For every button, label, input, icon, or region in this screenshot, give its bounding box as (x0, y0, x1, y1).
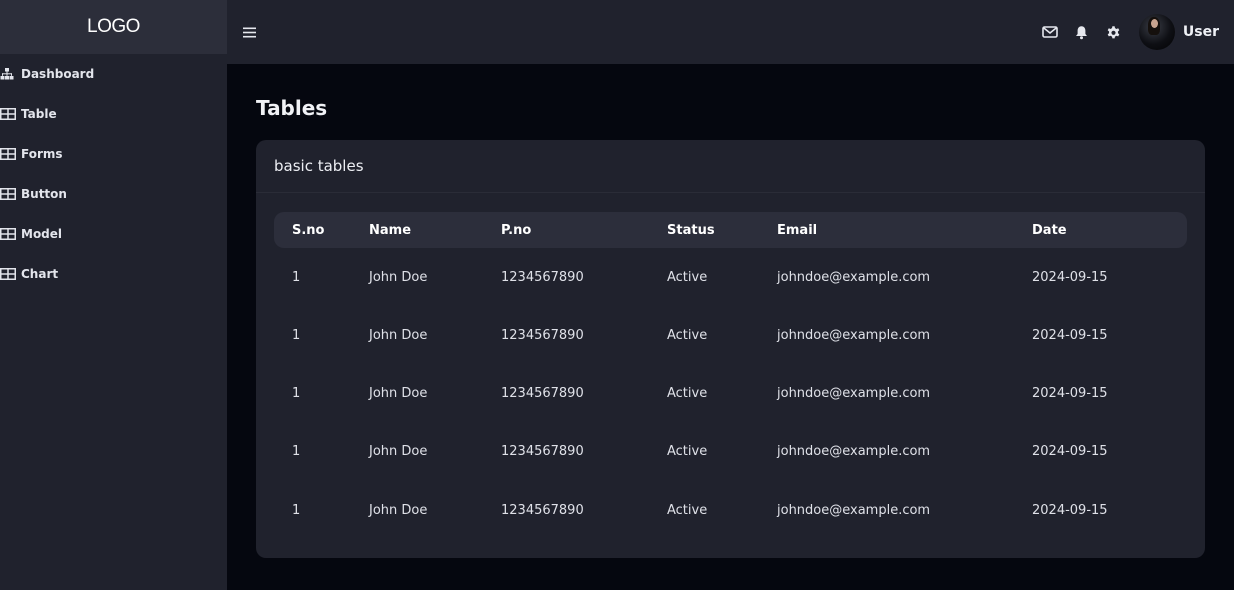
cell-status: Active (667, 444, 708, 460)
gear-icon[interactable] (1105, 23, 1123, 41)
cell-status: Active (667, 386, 708, 402)
cell-pno: 1234567890 (501, 444, 584, 460)
cell-email: johndoe@example.com (777, 502, 931, 518)
sidebar-item-model[interactable]: Model (0, 214, 227, 254)
cell-date: 2024-09-15 (1032, 444, 1108, 460)
logo-bar: LOGO (0, 0, 227, 54)
cell-pno: 1234567890 (501, 269, 584, 285)
sidebar-item-button[interactable]: Button (0, 174, 227, 214)
page-title: Tables (256, 96, 328, 120)
grid-icon (0, 187, 18, 201)
bell-icon[interactable] (1073, 23, 1091, 41)
cell-date: 2024-09-15 (1032, 502, 1108, 518)
sidebar-nav: Dashboard Table Forms Button Model Chart (0, 54, 227, 294)
column-header-name: Name (369, 212, 501, 248)
cell-sno: 1 (292, 327, 301, 343)
sidebar-item-forms[interactable]: Forms (0, 134, 227, 174)
table-header-row: S.no Name P.no Status Email Date (274, 212, 1187, 248)
table-row: 1 John Doe 1234567890 Active johndoe@exa… (274, 423, 1187, 481)
sidebar-item-chart[interactable]: Chart (0, 254, 227, 294)
cell-name: John Doe (369, 502, 428, 518)
table-card: basic tables S.no Name P.no Status Email… (256, 140, 1205, 558)
sitemap-icon (0, 67, 18, 81)
sidebar: LOGO Dashboard Table Forms Button Model … (0, 0, 227, 590)
grid-icon (0, 107, 18, 121)
column-header-status: Status (667, 212, 777, 248)
cell-date: 2024-09-15 (1032, 327, 1108, 343)
column-header-date: Date (1032, 212, 1187, 248)
cell-email: johndoe@example.com (777, 386, 931, 402)
user-name[interactable]: User (1183, 24, 1219, 40)
column-header-sno: S.no (274, 212, 369, 248)
grid-icon (0, 147, 18, 161)
sidebar-item-label: Table (21, 107, 57, 121)
cell-email: johndoe@example.com (777, 327, 931, 343)
cell-date: 2024-09-15 (1032, 386, 1108, 402)
cell-sno: 1 (292, 502, 301, 518)
grid-icon (0, 267, 18, 281)
logo[interactable]: LOGO (87, 16, 140, 38)
cell-date: 2024-09-15 (1032, 269, 1108, 285)
table-row: 1 John Doe 1234567890 Active johndoe@exa… (274, 481, 1187, 539)
cell-sno: 1 (292, 444, 301, 460)
table-row: 1 John Doe 1234567890 Active johndoe@exa… (274, 306, 1187, 364)
sidebar-item-dashboard[interactable]: Dashboard (0, 54, 227, 94)
cell-status: Active (667, 502, 708, 518)
cell-name: John Doe (369, 269, 428, 285)
table-row: 1 John Doe 1234567890 Active johndoe@exa… (274, 248, 1187, 306)
card-title: basic tables (256, 140, 1205, 193)
main-content: Tables basic tables S.no Name P.no Statu… (227, 64, 1234, 590)
topbar: User (227, 0, 1234, 64)
sidebar-item-table[interactable]: Table (0, 94, 227, 134)
cell-sno: 1 (292, 269, 301, 285)
table-row: 1 John Doe 1234567890 Active johndoe@exa… (274, 364, 1187, 422)
cell-email: johndoe@example.com (777, 269, 931, 285)
sidebar-item-label: Model (21, 227, 63, 241)
cell-pno: 1234567890 (501, 327, 584, 343)
cell-name: John Doe (369, 386, 428, 402)
sidebar-item-label: Dashboard (21, 67, 95, 81)
avatar[interactable] (1138, 14, 1175, 50)
column-header-email: Email (777, 212, 1032, 248)
cell-pno: 1234567890 (501, 386, 584, 402)
mail-icon[interactable] (1041, 23, 1059, 41)
column-header-pno: P.no (501, 212, 667, 248)
sidebar-item-label: Forms (21, 147, 63, 161)
cell-name: John Doe (369, 327, 428, 343)
grid-icon (0, 227, 18, 241)
hamburger-menu-icon[interactable] (241, 25, 257, 39)
topbar-actions: User (1027, 14, 1234, 50)
cell-email: johndoe@example.com (777, 444, 931, 460)
cell-pno: 1234567890 (501, 502, 584, 518)
cell-name: John Doe (369, 444, 428, 460)
sidebar-item-label: Button (21, 187, 67, 201)
basic-table: S.no Name P.no Status Email Date 1 John … (274, 212, 1187, 540)
cell-sno: 1 (292, 386, 301, 402)
cell-status: Active (667, 327, 708, 343)
cell-status: Active (667, 269, 708, 285)
sidebar-item-label: Chart (21, 267, 59, 281)
